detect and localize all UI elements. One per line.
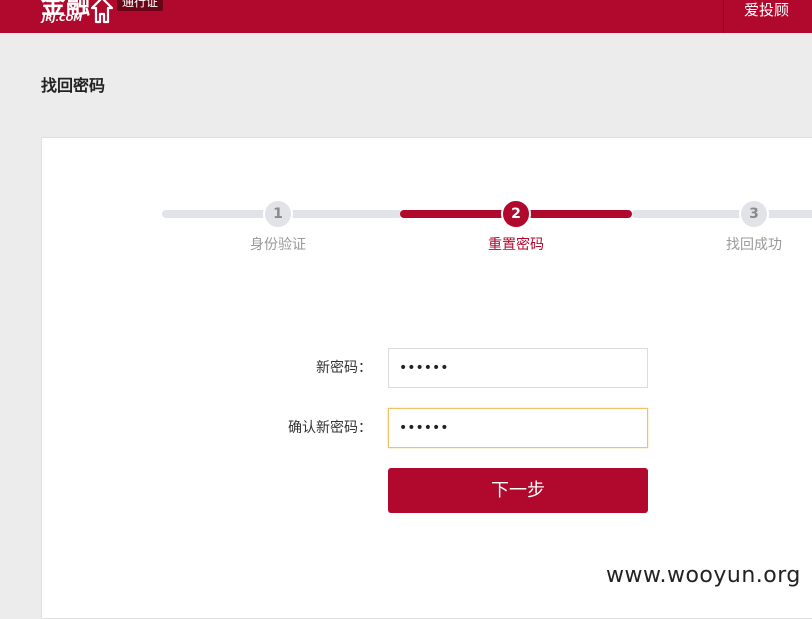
passport-badge: 通行证 (117, 0, 164, 11)
step-3-label: 找回成功 (726, 237, 782, 253)
confirm-password-field[interactable] (388, 408, 648, 448)
step-2-label: 重置密码 (488, 237, 544, 253)
top-navigation-bar: 金融 JRJ.COM 通行证 爱投顾 (0, 0, 812, 33)
page-title: 找回密码 (41, 76, 106, 95)
logo-subtext: JRJ.COM (42, 14, 83, 24)
step-2-circle: 2 (501, 199, 531, 229)
step-1-circle: 1 (263, 199, 293, 229)
advisor-link[interactable]: 爱投顾 (744, 0, 789, 20)
nav-divider (723, 0, 724, 33)
reset-password-panel: 1 2 3 身份验证 重置密码 找回成功 新密码： 确认新密码： 下一步 (41, 137, 812, 619)
next-step-button[interactable]: 下一步 (388, 468, 648, 513)
confirm-password-label: 确认新密码： (288, 420, 372, 436)
new-password-field[interactable] (388, 348, 648, 388)
step-track-3 (632, 210, 812, 218)
logo-house-icon (91, 0, 113, 24)
watermark-text: www.wooyun.org (606, 563, 801, 588)
new-password-label: 新密码： (316, 360, 372, 376)
step-3-circle: 3 (739, 199, 769, 229)
step-1-label: 身份验证 (250, 237, 306, 253)
